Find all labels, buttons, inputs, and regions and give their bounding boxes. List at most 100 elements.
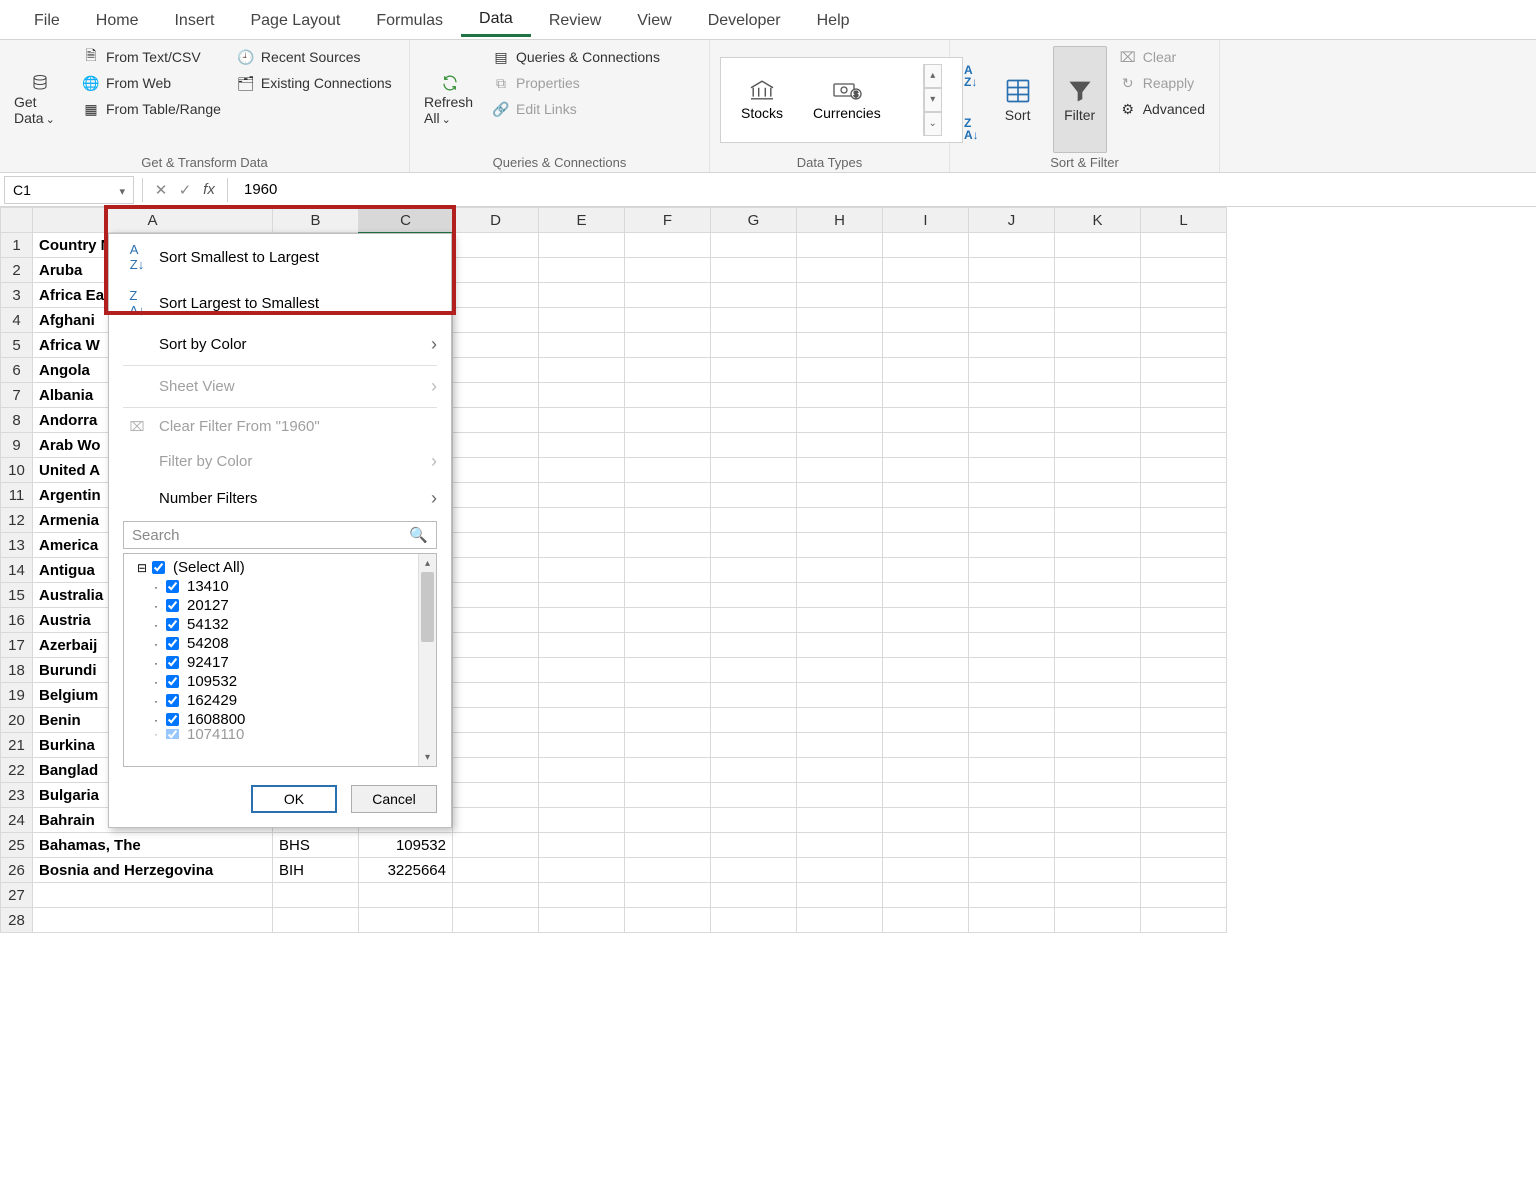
cell[interactable]	[1055, 258, 1141, 283]
row-header[interactable]: 4	[1, 308, 33, 333]
filter-value-item[interactable]: ·162429	[128, 691, 414, 710]
col-header-j[interactable]: J	[969, 208, 1055, 233]
filter-value-checkbox[interactable]	[166, 694, 179, 707]
cell[interactable]	[539, 608, 625, 633]
filter-value-item[interactable]: ·13410	[128, 577, 414, 596]
from-table-button[interactable]: ▦From Table/Range	[78, 98, 225, 120]
row-header[interactable]: 23	[1, 783, 33, 808]
cell[interactable]	[539, 333, 625, 358]
cell[interactable]	[1141, 808, 1227, 833]
cell[interactable]	[33, 908, 273, 933]
row-header[interactable]: 19	[1, 683, 33, 708]
cell[interactable]	[969, 433, 1055, 458]
cell[interactable]	[969, 708, 1055, 733]
cell[interactable]	[883, 533, 969, 558]
cell[interactable]	[1141, 383, 1227, 408]
cell[interactable]	[969, 383, 1055, 408]
cell[interactable]	[453, 708, 539, 733]
filter-ok-button[interactable]: OK	[251, 785, 337, 813]
cell[interactable]	[453, 908, 539, 933]
cell[interactable]	[1141, 633, 1227, 658]
cell[interactable]	[1055, 858, 1141, 883]
cell[interactable]	[453, 808, 539, 833]
cell[interactable]	[883, 733, 969, 758]
cell[interactable]	[883, 633, 969, 658]
sort-desc-button[interactable]: ZA↓	[960, 115, 983, 143]
cell[interactable]	[797, 708, 883, 733]
tab-pagelayout[interactable]: Page Layout	[232, 4, 358, 36]
cell[interactable]	[453, 783, 539, 808]
cell[interactable]	[711, 233, 797, 258]
cell[interactable]	[711, 658, 797, 683]
filter-value-checkbox[interactable]	[166, 599, 179, 612]
cell[interactable]	[711, 758, 797, 783]
row-header[interactable]: 9	[1, 433, 33, 458]
cell[interactable]	[711, 408, 797, 433]
cell[interactable]	[625, 258, 711, 283]
cell[interactable]: Bahamas, The	[33, 833, 273, 858]
cell[interactable]	[453, 858, 539, 883]
cell[interactable]	[883, 458, 969, 483]
cell[interactable]	[625, 808, 711, 833]
col-header-k[interactable]: K	[1055, 208, 1141, 233]
cell[interactable]	[797, 533, 883, 558]
cell[interactable]	[711, 533, 797, 558]
cell[interactable]	[969, 333, 1055, 358]
cell[interactable]	[625, 433, 711, 458]
cell[interactable]	[539, 233, 625, 258]
cell[interactable]	[711, 333, 797, 358]
cell[interactable]	[539, 633, 625, 658]
tab-formulas[interactable]: Formulas	[358, 4, 461, 36]
cell[interactable]	[969, 858, 1055, 883]
row-header[interactable]: 22	[1, 758, 33, 783]
cell[interactable]	[625, 858, 711, 883]
cell[interactable]	[1055, 608, 1141, 633]
cell[interactable]	[1141, 483, 1227, 508]
cell[interactable]	[539, 733, 625, 758]
spreadsheet-grid[interactable]: A B C D E F G H I J K L 1Country Name▼Co…	[0, 207, 1536, 933]
cell[interactable]	[625, 558, 711, 583]
row-header[interactable]: 13	[1, 533, 33, 558]
cell[interactable]	[883, 483, 969, 508]
cell[interactable]	[453, 358, 539, 383]
cell[interactable]	[453, 608, 539, 633]
cell[interactable]	[453, 458, 539, 483]
cell[interactable]	[969, 358, 1055, 383]
cell[interactable]	[711, 808, 797, 833]
cell[interactable]	[453, 508, 539, 533]
cell[interactable]	[711, 508, 797, 533]
cell[interactable]	[797, 783, 883, 808]
cell[interactable]	[1141, 533, 1227, 558]
cell[interactable]	[1055, 633, 1141, 658]
cell[interactable]	[969, 583, 1055, 608]
cell[interactable]	[1141, 608, 1227, 633]
select-all-corner[interactable]	[1, 208, 33, 233]
cell[interactable]	[625, 533, 711, 558]
cell[interactable]	[883, 358, 969, 383]
cell[interactable]	[711, 308, 797, 333]
cell[interactable]	[1141, 458, 1227, 483]
cell[interactable]	[273, 883, 359, 908]
cell[interactable]	[969, 558, 1055, 583]
cell[interactable]	[969, 508, 1055, 533]
cell[interactable]	[453, 533, 539, 558]
cell[interactable]	[797, 433, 883, 458]
sort-largest-smallest[interactable]: ZA↓ Sort Largest to Smallest	[109, 280, 451, 326]
cell[interactable]	[539, 383, 625, 408]
cell[interactable]	[625, 483, 711, 508]
cell[interactable]	[453, 433, 539, 458]
cell[interactable]	[453, 658, 539, 683]
cell[interactable]	[883, 708, 969, 733]
cell[interactable]	[711, 608, 797, 633]
cell[interactable]	[625, 308, 711, 333]
cell[interactable]	[711, 358, 797, 383]
cell[interactable]	[539, 508, 625, 533]
filter-values-list[interactable]: ⊟(Select All)·13410·20127·54132·54208·92…	[124, 554, 418, 766]
cell[interactable]	[539, 583, 625, 608]
cell[interactable]	[883, 683, 969, 708]
cell[interactable]	[797, 733, 883, 758]
filter-value-checkbox[interactable]	[166, 675, 179, 688]
stocks-type-button[interactable]: Stocks	[741, 79, 783, 121]
cell[interactable]	[883, 758, 969, 783]
row-header[interactable]: 16	[1, 608, 33, 633]
